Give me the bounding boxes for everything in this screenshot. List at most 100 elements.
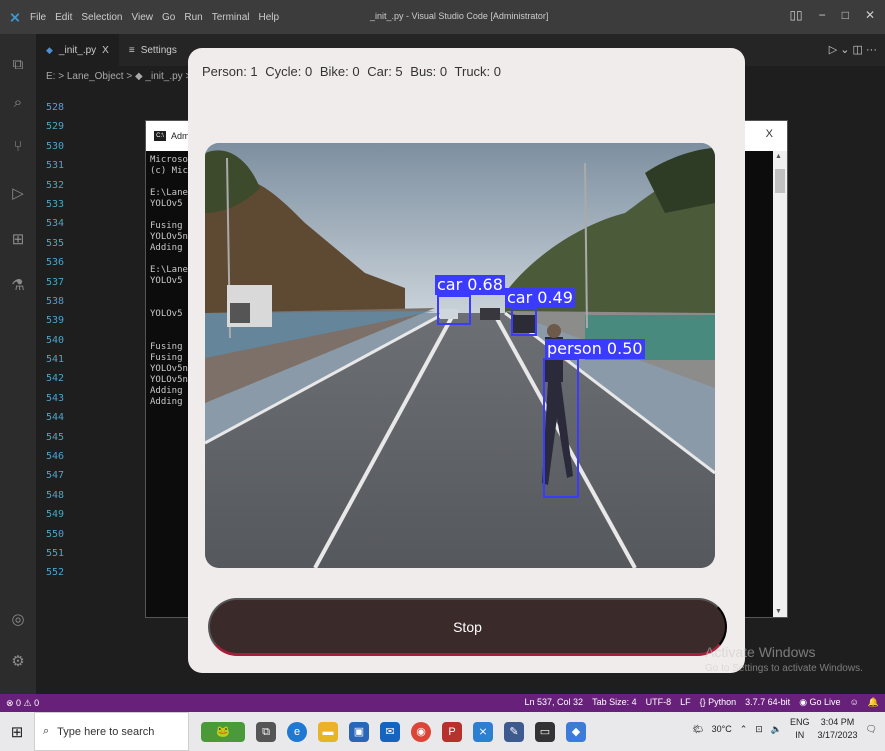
run-file-icon[interactable]: ▷ ⌄ ◫ ··· [829, 43, 877, 56]
weather-temperature[interactable]: 30°C [712, 724, 732, 734]
line-number: 549 [46, 509, 65, 521]
activity-bar: ⧉ ⌕ ⑂ ▷ ⊞ ⚗ ◎ ⚙ [0, 34, 36, 694]
source-control-icon[interactable]: ⑂ [0, 138, 36, 155]
video-feed: car 0.68 car 0.49 person 0.50 [205, 143, 715, 568]
menu-help[interactable]: Help [259, 12, 280, 23]
extensions-icon[interactable]: ⊞ [0, 230, 36, 248]
close-icon[interactable]: ✕ [865, 8, 875, 22]
line-number: 538 [46, 295, 65, 307]
menu-view[interactable]: View [132, 12, 154, 23]
cmd-line: (c) Micr [150, 166, 194, 176]
powerpoint-icon[interactable]: P [442, 721, 462, 742]
clock-time: 3:04 PM [820, 717, 855, 727]
go-live-button[interactable]: ◉ Go Live [799, 697, 840, 708]
store-icon[interactable]: ▣ [349, 721, 369, 742]
system-tray: 🌤 30°C ⌃ ⊡ 🔈 ENG IN 3:04 PM 3/17/2023 🗨 [692, 716, 877, 742]
pen-app-icon[interactable]: ✎ [504, 721, 524, 742]
line-number: 539 [46, 315, 65, 327]
taskbar-apps: 🐸 ⧉ e ▬ ▣ ✉ ◉ P ⨯ ✎ ▭ ◆ [201, 721, 586, 742]
tab-size[interactable]: Tab Size: 4 [592, 697, 637, 708]
menu-edit[interactable]: Edit [55, 12, 72, 23]
scroll-thumb[interactable] [775, 169, 785, 193]
line-number-gutter: 528 529 530 531 532 533 534 535 536 537 … [46, 102, 86, 587]
car-bounding-box [511, 308, 537, 336]
weather-icon[interactable]: 🌤 [692, 724, 703, 735]
account-icon[interactable]: ◎ [0, 610, 36, 628]
task-view-icon[interactable]: ⧉ [256, 721, 276, 742]
run-debug-icon[interactable]: ▷ [0, 184, 36, 202]
minimize-icon[interactable]: − [819, 8, 826, 22]
cmd-line [150, 254, 193, 265]
explorer-icon[interactable]: ⧉ [0, 56, 36, 73]
edge-browser-icon[interactable]: e [287, 721, 307, 742]
file-encoding[interactable]: UTF-8 [646, 697, 672, 708]
python-interpreter[interactable]: 3.7.7 64-bit [745, 697, 790, 708]
cycle-count: Cycle: 0 [265, 64, 313, 79]
end-of-line[interactable]: LF [680, 697, 691, 708]
tab-close-icon[interactable]: X [102, 45, 109, 56]
line-number: 531 [46, 160, 65, 172]
cmd-scrollbar[interactable]: ▲ ▼ [773, 151, 787, 617]
menu-selection[interactable]: Selection [81, 12, 122, 23]
go-live-label: Go Live [809, 697, 841, 707]
cmd-output: Microsof (c) Micr E:\Lane_ YOLOv5 Fusing… [150, 155, 193, 408]
search-icon[interactable]: ⌕ [0, 94, 36, 111]
line-number: 534 [46, 218, 65, 230]
problems-indicator[interactable]: ⊗ 0 ⚠ 0 [0, 698, 39, 709]
tray-overflow-icon[interactable]: ⌃ [740, 724, 748, 735]
vscode-taskbar-icon[interactable]: ⨯ [473, 721, 493, 742]
file-explorer-icon[interactable]: ▬ [318, 721, 338, 742]
python-app-icon[interactable]: ◆ [566, 721, 586, 742]
search-icon: ⌕ [43, 725, 50, 737]
cmd-line: YOLOv5 [150, 276, 183, 286]
chrome-browser-icon[interactable]: ◉ [411, 721, 431, 742]
person-count: Person: 1 [202, 64, 258, 79]
windows-taskbar: ⊞ ⌕ Type here to search 🐸 ⧉ e ▬ ▣ ✉ ◉ P … [0, 712, 885, 751]
taskbar-clock[interactable]: 3:04 PM 3/17/2023 [818, 716, 858, 742]
testing-icon[interactable]: ⚗ [0, 276, 36, 294]
language-mode[interactable]: {} Python [700, 697, 737, 708]
window-controls: ▯▯ − □ ✕ [789, 8, 875, 22]
notifications-icon[interactable]: 🔔 [868, 697, 879, 708]
tab-settings[interactable]: ≡ Settings [119, 34, 187, 66]
frog-widget-icon[interactable]: 🐸 [201, 721, 245, 742]
cmd-line: YOLOv5 [150, 309, 183, 319]
menu-go[interactable]: Go [162, 12, 175, 23]
line-number: 529 [46, 121, 65, 133]
feedback-icon[interactable]: ☺ [850, 697, 859, 708]
tab-init-py[interactable]: ◆ _init_.py X [36, 34, 119, 66]
cmd-line: Fusing l [150, 342, 194, 352]
watermark-line-2: Go to Settings to activate Windows. [705, 663, 863, 674]
scroll-up-icon[interactable]: ▲ [775, 153, 782, 160]
stop-button[interactable]: Stop [208, 598, 727, 656]
cmd-line [150, 287, 193, 298]
menu-terminal[interactable]: Terminal [212, 12, 250, 23]
cmd-line: YOLOv5n [150, 375, 188, 385]
scroll-down-icon[interactable]: ▼ [775, 608, 782, 615]
taskbar-search-box[interactable]: ⌕ Type here to search [34, 712, 189, 751]
line-number: 536 [46, 257, 65, 269]
cursor-position[interactable]: Ln 537, Col 32 [525, 697, 584, 708]
settings-gear-icon[interactable]: ⚙ [0, 652, 36, 670]
line-number: 543 [46, 392, 65, 404]
network-icon[interactable]: ⊡ [755, 724, 763, 735]
maximize-icon[interactable]: □ [842, 8, 849, 22]
line-number: 542 [46, 373, 65, 385]
detection-label: person 0.50 [545, 339, 645, 359]
truck-count: Truck: 0 [454, 64, 502, 79]
tab-label: _init_.py [58, 44, 97, 56]
cmd-icon: C:\ [154, 131, 166, 141]
layout-icon[interactable]: ▯▯ [789, 8, 802, 22]
cmd-line: YOLOv5 [150, 199, 183, 209]
windows-start-icon[interactable]: ⊞ [0, 723, 34, 741]
menu-file[interactable]: File [30, 12, 46, 23]
menu-run[interactable]: Run [184, 12, 202, 23]
object-count-bar: Person: 1 Cycle: 0 Bike: 0 Car: 5 Bus: 0… [202, 64, 505, 79]
terminal-icon[interactable]: ▭ [535, 721, 555, 742]
notification-center-icon[interactable]: 🗨 [866, 724, 877, 735]
mail-icon[interactable]: ✉ [380, 721, 400, 742]
cmd-close-icon[interactable]: X [766, 128, 773, 140]
search-placeholder: Type here to search [57, 725, 155, 738]
volume-icon[interactable]: 🔈 [771, 724, 782, 735]
language-indicator[interactable]: ENG IN [790, 716, 810, 742]
